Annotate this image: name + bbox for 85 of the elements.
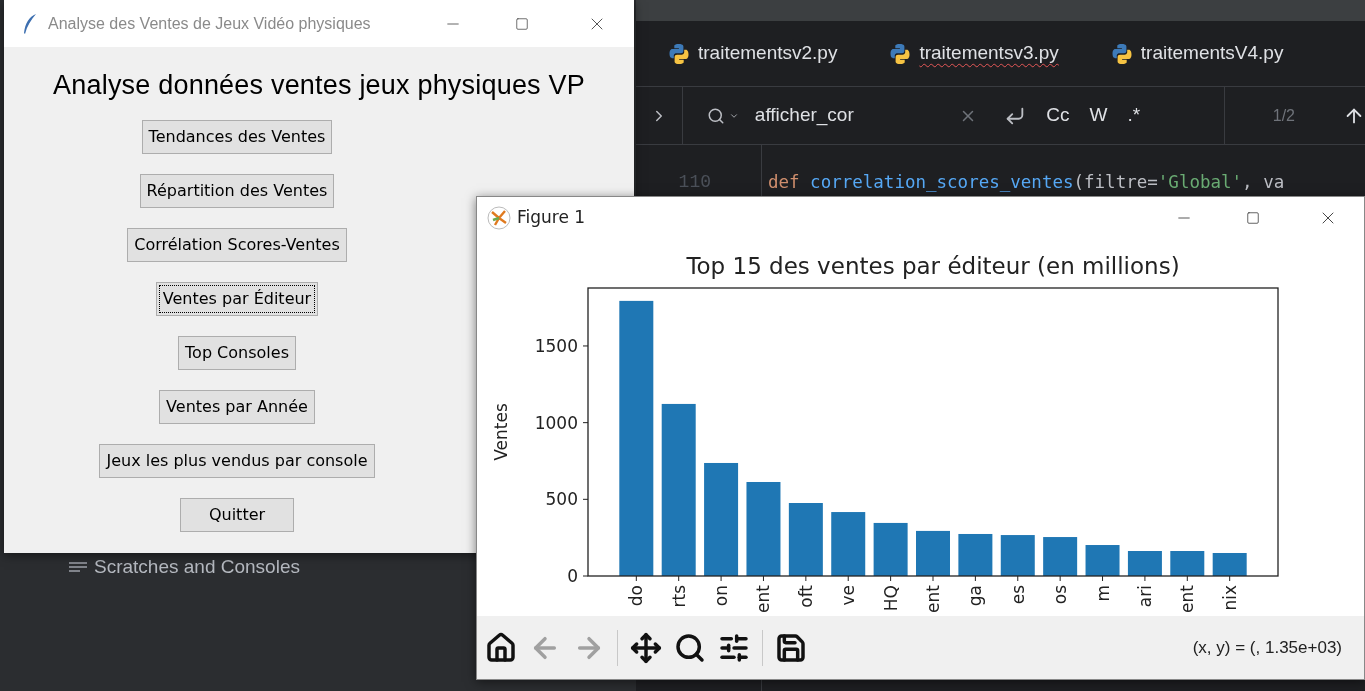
x-tick: on bbox=[711, 575, 732, 607]
x-tick-label: ent bbox=[1177, 584, 1198, 613]
x-tick: oft bbox=[795, 575, 816, 608]
python-icon bbox=[668, 42, 690, 65]
x-tick: do bbox=[626, 575, 647, 607]
window-heading: Analyse données ventes jeux physiques VP bbox=[52, 69, 586, 102]
y-tick-label: 0 bbox=[567, 566, 578, 586]
x-tick: rts bbox=[668, 575, 689, 608]
menu-button[interactable]: Tendances des Ventes bbox=[141, 119, 333, 154]
x-tick-label: ent bbox=[923, 584, 943, 613]
y-tick: 1000 bbox=[534, 412, 589, 433]
x-tick-label: do bbox=[626, 585, 647, 607]
menu-button[interactable]: Répartition des Ventes bbox=[139, 173, 335, 208]
search-icon[interactable] bbox=[706, 106, 725, 125]
code-line: def correlation_scores_ventes(filtre='Global', va bbox=[768, 171, 1285, 194]
x-tick: ent bbox=[1177, 575, 1198, 613]
x-tick: ent bbox=[923, 575, 943, 613]
bar bbox=[916, 530, 950, 576]
x-tick: ent bbox=[753, 575, 774, 613]
move-icon[interactable] bbox=[630, 631, 662, 664]
bar bbox=[873, 522, 908, 576]
bar bbox=[1085, 545, 1120, 576]
match-count: 1/2 bbox=[1272, 105, 1295, 126]
x-tick-label: oft bbox=[795, 584, 816, 608]
y-tick: 1500 bbox=[534, 335, 589, 356]
bar bbox=[1127, 551, 1162, 576]
editor-tab[interactable]: traitementsV4.py bbox=[1110, 39, 1284, 68]
maximize-icon[interactable] bbox=[1246, 211, 1260, 225]
x-tick: HQ bbox=[880, 575, 901, 612]
app-icon bbox=[487, 206, 511, 230]
x-tick-label: ga bbox=[965, 585, 986, 607]
bar bbox=[958, 534, 993, 576]
x-tick-label: HQ bbox=[880, 585, 901, 612]
editor-tab[interactable]: traitementsv3.py bbox=[889, 39, 1059, 68]
x-tick: m bbox=[1092, 575, 1113, 602]
editor-tab[interactable]: traitementsv2.py bbox=[668, 39, 838, 68]
bar bbox=[831, 512, 866, 576]
x-tick: es bbox=[1007, 575, 1028, 605]
menu-button[interactable]: Jeux les plus vendus par console bbox=[99, 443, 375, 478]
y-tick: 500 bbox=[545, 489, 589, 510]
x-tick-label: m bbox=[1092, 585, 1113, 602]
coordinates-readout: (x, y) = (, 1.35e+03) bbox=[1192, 636, 1342, 659]
bar bbox=[1000, 535, 1035, 576]
menu-button[interactable]: Corrélation Scores-Ventes bbox=[127, 227, 347, 262]
menu-button[interactable]: Ventes par Année bbox=[159, 389, 315, 424]
x-tick-label: ent bbox=[753, 584, 774, 613]
x-tick-label: es bbox=[1007, 584, 1028, 605]
x-tick: ga bbox=[965, 575, 986, 607]
x-tick-label: on bbox=[711, 585, 732, 607]
x-tick: ve bbox=[838, 575, 859, 606]
x-tick-label: os bbox=[1050, 584, 1071, 605]
search-option-toggle[interactable]: .* bbox=[1127, 101, 1141, 130]
x-tick-label: rts bbox=[668, 584, 689, 608]
python-icon bbox=[1110, 42, 1133, 65]
menu-button[interactable]: Top Consoles bbox=[178, 335, 296, 370]
search-icon[interactable] bbox=[674, 631, 706, 664]
y-tick-label: 1500 bbox=[534, 335, 578, 356]
home-icon[interactable] bbox=[485, 631, 517, 664]
tree-item[interactable]: Scratches and Consoles bbox=[94, 557, 300, 576]
x-tick: ari bbox=[1134, 575, 1155, 608]
menu-button[interactable]: Ventes par Éditeur bbox=[155, 281, 319, 316]
x-tick-label: nix bbox=[1219, 585, 1240, 611]
list-icon bbox=[68, 560, 88, 573]
bar bbox=[1212, 553, 1247, 576]
search-option-toggle[interactable]: Cc bbox=[1046, 101, 1070, 130]
x-tick: os bbox=[1050, 575, 1071, 605]
window-title: Analyse des Ventes de Jeux Vidéo physiques bbox=[48, 13, 372, 34]
menu-button[interactable]: Quitter bbox=[180, 497, 294, 532]
feather-icon bbox=[22, 12, 38, 35]
chart-title: Top 15 des ventes par éditeur (en millions) bbox=[686, 253, 1180, 279]
x-tick-label: ari bbox=[1134, 585, 1155, 608]
bar bbox=[1170, 551, 1205, 576]
window-title: Figure 1 bbox=[517, 206, 587, 230]
y-tick-label: 1000 bbox=[534, 412, 578, 433]
python-icon bbox=[889, 42, 912, 65]
y-tick-label: 500 bbox=[545, 489, 578, 510]
x-tick-label: ve bbox=[838, 585, 859, 606]
y-tick: 0 bbox=[567, 566, 589, 586]
axis-label: Ventes bbox=[491, 403, 511, 461]
maximize-icon[interactable] bbox=[515, 16, 529, 31]
search-field[interactable]: afficher_cor bbox=[754, 101, 955, 130]
search-option-toggle[interactable]: W bbox=[1089, 101, 1108, 130]
x-tick: nix bbox=[1219, 575, 1240, 611]
bar bbox=[1043, 537, 1078, 576]
sliders-icon[interactable] bbox=[718, 631, 750, 664]
